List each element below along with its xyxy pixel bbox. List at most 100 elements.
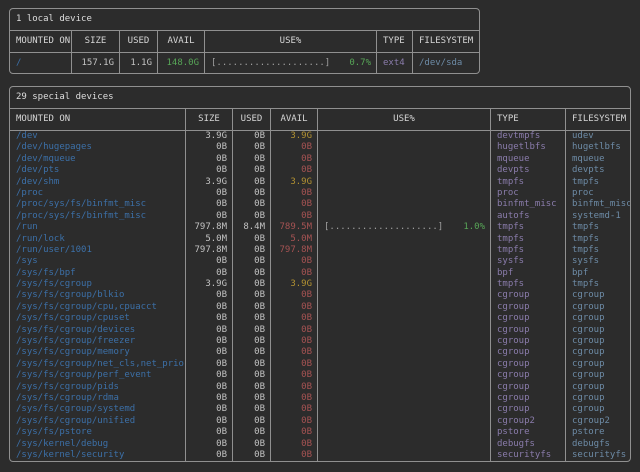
table-row: /sys/fs/cgroup/cpuset0B0B0Bcgroupcgroup	[10, 313, 630, 324]
cell-avail: 0B	[271, 359, 318, 370]
cell-filesystem: cgroup	[566, 347, 630, 358]
cell-mounted-on: /sys/kernel/security	[10, 450, 186, 461]
cell-filesystem: tmpfs	[566, 234, 630, 245]
table-row: /sys/fs/pstore0B0B0Bpstorepstore	[10, 427, 630, 438]
cell-mounted-on: /sys	[10, 256, 186, 267]
cell-size: 0B	[186, 439, 233, 450]
cell-type: tmpfs	[491, 279, 566, 290]
cell-type: devtmpfs	[491, 131, 566, 142]
cell-filesystem: tmpfs	[566, 177, 630, 188]
cell-use-percent	[318, 256, 491, 267]
table-row: /sys/fs/cgroup/memory0B0B0Bcgroupcgroup	[10, 347, 630, 358]
cell-avail: 3.9G	[271, 177, 318, 188]
cell-type: tmpfs	[491, 245, 566, 256]
cell-mounted-on: /sys/fs/cgroup/devices	[10, 325, 186, 336]
cell-filesystem: proc	[566, 188, 630, 199]
local-devices-table: 1 local device MOUNTED ON SIZE USED AVAI…	[9, 8, 480, 74]
cell-used: 0B	[233, 427, 271, 438]
table-row: /sys/fs/cgroup/blkio0B0B0Bcgroupcgroup	[10, 290, 630, 301]
cell-used: 0B	[233, 370, 271, 381]
table-title: 1 local device	[10, 9, 479, 31]
cell-avail: 148.0G	[158, 53, 205, 73]
cell-size: 0B	[186, 290, 233, 301]
cell-used: 0B	[233, 199, 271, 210]
cell-size: 0B	[186, 325, 233, 336]
table-body: /dev3.9G0B3.9Gdevtmpfsudev/dev/hugepages…	[10, 131, 630, 461]
cell-filesystem: sysfs	[566, 256, 630, 267]
cell-mounted-on: /sys/fs/cgroup/systemd	[10, 404, 186, 415]
special-devices-table: 29 special devices MOUNTED ON SIZE USED …	[9, 86, 631, 462]
column-header-used: USED	[233, 109, 271, 130]
cell-avail: 0B	[271, 416, 318, 427]
cell-size: 0B	[186, 427, 233, 438]
cell-filesystem: cgroup	[566, 382, 630, 393]
cell-size: 0B	[186, 302, 233, 313]
cell-type: cgroup	[491, 359, 566, 370]
cell-use-percent	[318, 325, 491, 336]
table-row: /dev/shm3.9G0B3.9Gtmpfstmpfs	[10, 177, 630, 188]
cell-type: autofs	[491, 211, 566, 222]
cell-filesystem: systemd-1	[566, 211, 630, 222]
cell-use-percent	[318, 142, 491, 153]
cell-size: 3.9G	[186, 279, 233, 290]
cell-avail: 3.9G	[271, 131, 318, 142]
cell-avail: 0B	[271, 325, 318, 336]
cell-type: cgroup	[491, 393, 566, 404]
cell-type: tmpfs	[491, 234, 566, 245]
cell-used: 0B	[233, 382, 271, 393]
cell-use-percent	[318, 427, 491, 438]
cell-mounted-on: /sys/fs/cgroup/perf_event	[10, 370, 186, 381]
column-header-filesystem: FILESYSTEM	[413, 31, 479, 52]
cell-avail: 0B	[271, 268, 318, 279]
cell-size: 0B	[186, 165, 233, 176]
cell-avail: 0B	[271, 256, 318, 267]
cell-avail: 3.9G	[271, 279, 318, 290]
cell-used: 0B	[233, 268, 271, 279]
table-row: /dev3.9G0B3.9Gdevtmpfsudev	[10, 131, 630, 142]
cell-type: tmpfs	[491, 177, 566, 188]
table-header: MOUNTED ON SIZE USED AVAIL USE% TYPE FIL…	[10, 109, 630, 131]
column-header-type: TYPE	[491, 109, 566, 130]
usage-percent: 1.0%	[463, 222, 485, 233]
cell-avail: 0B	[271, 450, 318, 461]
cell-used: 0B	[233, 439, 271, 450]
cell-size: 0B	[186, 450, 233, 461]
table-row: /sys/fs/cgroup/systemd0B0B0Bcgroupcgroup	[10, 404, 630, 415]
cell-type: cgroup	[491, 404, 566, 415]
cell-mounted-on: /sys/fs/cgroup/cpu,cpuacct	[10, 302, 186, 313]
cell-mounted-on: /dev/shm	[10, 177, 186, 188]
cell-type: tmpfs	[491, 222, 566, 233]
cell-avail: 0B	[271, 382, 318, 393]
table-row: /sys/fs/cgroup/rdma0B0B0Bcgroupcgroup	[10, 393, 630, 404]
cell-avail: 0B	[271, 154, 318, 165]
cell-avail: 0B	[271, 427, 318, 438]
cell-use-percent	[318, 302, 491, 313]
cell-size: 0B	[186, 370, 233, 381]
table-row: /dev/hugepages0B0B0Bhugetlbfshugetlbfs	[10, 142, 630, 153]
cell-used: 0B	[233, 313, 271, 324]
cell-mounted-on: /dev/mqueue	[10, 154, 186, 165]
cell-size: 0B	[186, 313, 233, 324]
table-row: /sys/kernel/security0B0B0Bsecurityfssecu…	[10, 450, 630, 461]
column-header-size: SIZE	[186, 109, 233, 130]
cell-filesystem: /dev/sda	[413, 53, 479, 73]
column-header-use-percent: USE%	[318, 109, 491, 130]
cell-size: 797.8M	[186, 222, 233, 233]
cell-avail: 0B	[271, 211, 318, 222]
cell-size: 3.9G	[186, 177, 233, 188]
usage-bar: [....................]	[324, 222, 443, 233]
cell-used: 0B	[233, 404, 271, 415]
cell-filesystem: cgroup	[566, 393, 630, 404]
cell-mounted-on: /sys/fs/cgroup/rdma	[10, 393, 186, 404]
cell-use-percent: [....................] 1.0%	[318, 222, 491, 233]
cell-use-percent	[318, 359, 491, 370]
cell-used: 0B	[233, 256, 271, 267]
table-row: /sys/kernel/debug0B0B0Bdebugfsdebugfs	[10, 439, 630, 450]
cell-avail: 0B	[271, 336, 318, 347]
cell-use-percent	[318, 165, 491, 176]
cell-type: cgroup	[491, 382, 566, 393]
cell-type: hugetlbfs	[491, 142, 566, 153]
column-header-avail: AVAIL	[158, 31, 205, 52]
table-row: /sys/fs/cgroup/cpu,cpuacct0B0B0Bcgroupcg…	[10, 302, 630, 313]
cell-mounted-on: /sys/fs/pstore	[10, 427, 186, 438]
